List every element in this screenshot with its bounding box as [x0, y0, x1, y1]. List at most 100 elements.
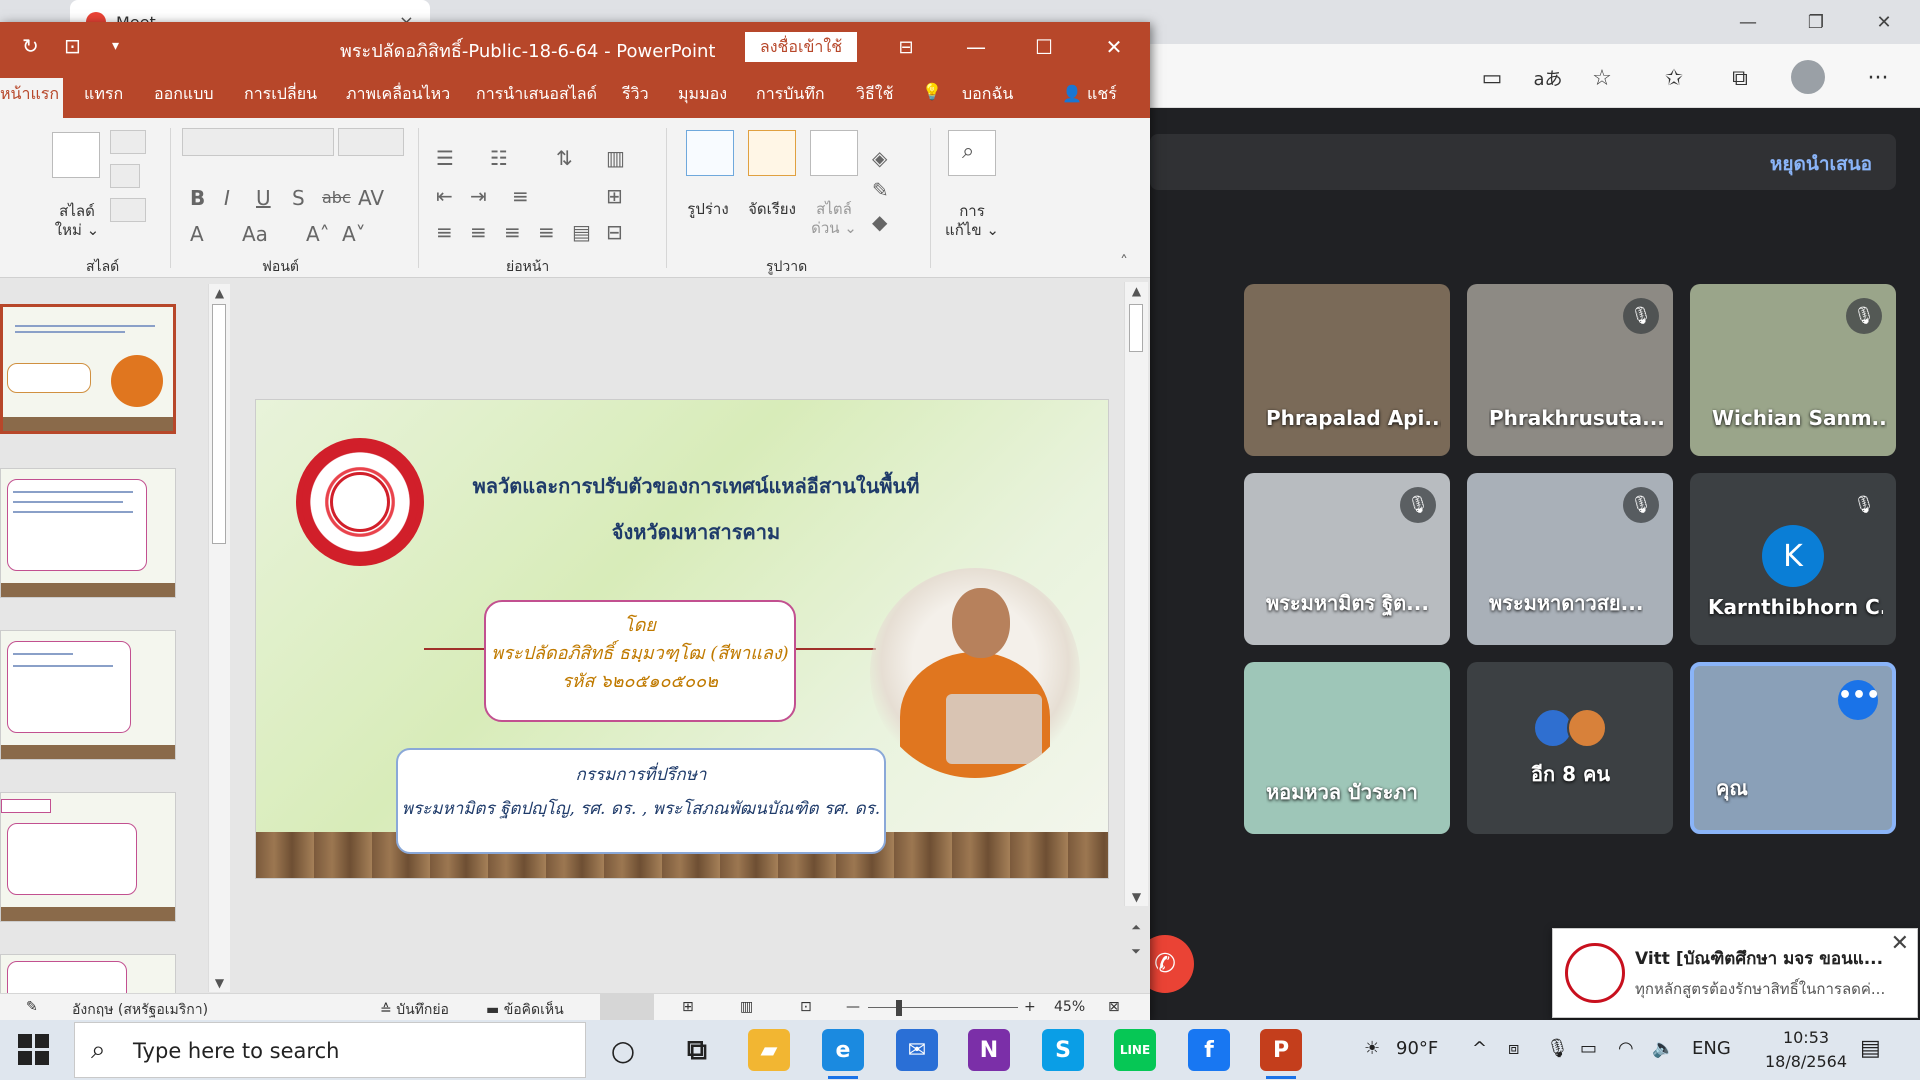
participant-tile[interactable]: Phrapalad Api... — [1244, 284, 1450, 456]
taskbar-onenote-icon[interactable]: N — [968, 1029, 1010, 1071]
tab-view[interactable]: มุมมอง — [678, 82, 727, 107]
shrink-font-icon[interactable]: A˅ — [342, 222, 366, 246]
redo-icon[interactable]: ↻ — [22, 34, 39, 58]
previous-slide-icon[interactable]: ⏶ — [1124, 920, 1148, 935]
reading-view-icon[interactable]: ▥ — [740, 999, 753, 1015]
new-slide-button[interactable]: สไลด์ ใหม่ ⌄ — [52, 202, 102, 240]
section-icon[interactable] — [110, 198, 146, 222]
scroll-thumb[interactable] — [212, 304, 226, 544]
taskbar-file-explorer-icon[interactable]: ▰ — [748, 1029, 790, 1071]
align-right-icon[interactable]: ≡ — [504, 220, 521, 244]
italic-icon[interactable]: I — [224, 186, 230, 210]
slide-thumbnail-2[interactable] — [0, 468, 176, 598]
font-name-box[interactable] — [182, 128, 334, 156]
tab-insert[interactable]: แทรก — [84, 82, 123, 107]
microphone-icon[interactable]: 🎙 — [1546, 1038, 1569, 1059]
strikethrough-icon[interactable]: abc — [322, 188, 351, 207]
taskbar-search-box[interactable]: ⌕ Type here to search — [74, 1022, 586, 1078]
tab-transitions[interactable]: การเปลี่ยน — [244, 82, 317, 107]
slide-thumbnail-3[interactable] — [0, 630, 176, 760]
participant-tile[interactable]: พระมหามิตร ฐิต... 🎙 — [1244, 473, 1450, 645]
increase-indent-icon[interactable]: ⇥ — [470, 184, 487, 208]
battery-icon[interactable]: ▭ — [1580, 1038, 1597, 1059]
slide-sorter-icon[interactable]: ⊞ — [682, 999, 694, 1015]
zoom-slider-handle[interactable] — [896, 1000, 902, 1016]
scroll-up-icon[interactable]: ▲ — [1125, 284, 1148, 298]
language-status[interactable]: อังกฤษ (สหรัฐอเมริกา) — [72, 999, 208, 1021]
volume-icon[interactable]: 🔈 — [1652, 1038, 1674, 1059]
scroll-up-icon[interactable]: ▲ — [209, 286, 230, 300]
comments-button[interactable]: ▬ ข้อคิดเห็น — [486, 999, 564, 1021]
thumbnails-scrollbar[interactable]: ▲ ▼ — [208, 284, 230, 992]
shape-outline-icon[interactable]: ✎ — [872, 178, 889, 202]
char-spacing-icon[interactable]: AV — [358, 186, 384, 210]
prev-next-slide[interactable]: ⏶ ⏷ — [1124, 918, 1148, 974]
taskbar-mail-icon[interactable]: ✉ — [896, 1029, 938, 1071]
collections-icon[interactable]: ⧉ — [1722, 60, 1758, 96]
weather-temp[interactable]: 90°F — [1396, 1038, 1438, 1059]
shapes-button[interactable]: รูปร่าง — [680, 200, 736, 219]
align-left-icon[interactable]: ≡ — [436, 220, 453, 244]
tab-animations[interactable]: ภาพเคลื่อนไหว — [346, 82, 450, 107]
shadow-icon[interactable]: S — [292, 186, 305, 210]
taskbar-line-icon[interactable]: LINE — [1114, 1029, 1156, 1071]
participant-tile[interactable]: K Karnthibhorn C... 🎙 — [1690, 473, 1896, 645]
arrange-button[interactable]: จัดเรียง — [742, 200, 802, 219]
tab-home[interactable]: หน้าแรก — [0, 78, 64, 119]
ribbon-display-options-icon[interactable]: ⊟ — [878, 22, 934, 72]
notes-button[interactable]: ≙ บันทึกย่อ — [380, 999, 449, 1021]
tab-design[interactable]: ออกแบบ — [154, 82, 214, 107]
camera-icon[interactable]: ▭ — [1474, 60, 1510, 96]
align-center-icon[interactable]: ≡ — [470, 220, 487, 244]
participant-tile[interactable]: พระมหาดาวสย... 🎙 — [1467, 473, 1673, 645]
profile-avatar[interactable] — [1791, 60, 1825, 94]
line-spacing-icon[interactable]: ≡ — [512, 184, 529, 208]
reset-icon[interactable] — [110, 164, 140, 188]
tab-recording[interactable]: การบันทึก — [756, 82, 825, 107]
add-favorite-icon[interactable]: ☆ — [1584, 60, 1620, 96]
start-windows-icon[interactable] — [18, 1034, 50, 1066]
tab-slideshow[interactable]: การนำเสนอสไลด์ — [476, 82, 597, 107]
spelling-icon[interactable]: ✎ — [26, 999, 38, 1015]
weather-icon[interactable]: ☀ — [1364, 1038, 1380, 1059]
ppt-maximize-button[interactable]: ☐ — [1016, 22, 1072, 72]
slide-thumbnail-5[interactable] — [0, 954, 176, 994]
slide-scrollbar[interactable]: ▲ ▼ — [1124, 282, 1148, 906]
participant-tile[interactable]: Wichian Sanm... 🎙 — [1690, 284, 1896, 456]
justify-icon[interactable]: ≡ — [538, 220, 555, 244]
shapes-icon[interactable] — [686, 130, 734, 176]
new-slide-icon[interactable] — [52, 132, 100, 178]
change-case-icon[interactable]: Aa — [242, 222, 268, 246]
slideshow-icon[interactable]: ⊡ — [800, 999, 812, 1015]
participant-tile[interactable]: หอมหวล บัวระภา — [1244, 662, 1450, 834]
wifi-icon[interactable]: ◠ — [1618, 1038, 1634, 1059]
input-language[interactable]: ENG — [1692, 1038, 1731, 1059]
more-options-icon[interactable]: ••• — [1838, 680, 1880, 720]
align-text-icon[interactable]: ⊞ — [606, 184, 623, 208]
zoom-out-button[interactable]: — — [846, 999, 860, 1015]
translate-icon[interactable]: aあ — [1530, 60, 1566, 96]
participant-tile[interactable]: คุณ ••• — [1690, 662, 1896, 834]
fit-to-window-icon[interactable]: ⊠ — [1108, 999, 1120, 1015]
quick-styles-button[interactable]: สไตล์ ด่วน ⌄ — [806, 200, 862, 238]
scroll-thumb[interactable] — [1129, 304, 1143, 352]
smartart-icon[interactable]: ⊟ — [606, 220, 623, 244]
underline-icon[interactable]: U — [256, 186, 271, 210]
font-color-icon[interactable]: A — [190, 222, 204, 246]
bold-icon[interactable]: B — [190, 186, 205, 210]
collapse-ribbon-icon[interactable]: ˄ — [1120, 252, 1128, 271]
shape-effects-icon[interactable]: ◆ — [872, 210, 887, 234]
zoom-level[interactable]: 45% — [1054, 999, 1085, 1015]
ppt-close-button[interactable]: ✕ — [1086, 22, 1142, 72]
font-size-box[interactable] — [338, 128, 404, 156]
find-magnifier-icon[interactable]: ⌕ — [948, 130, 996, 176]
slide-thumbnail-4[interactable] — [0, 792, 176, 922]
participant-tile[interactable]: อีก 8 คน — [1467, 662, 1673, 834]
editing-button[interactable]: การ แก้ไข ⌄ — [940, 202, 1004, 240]
taskbar-clock[interactable]: 10:53 18/8/2564 — [1756, 1026, 1856, 1074]
toast-close-icon[interactable]: ✕ — [1891, 931, 1909, 956]
slide-thumbnail-1[interactable] — [0, 304, 176, 434]
browser-minimize-button[interactable]: — — [1716, 0, 1780, 44]
taskbar-edge-icon[interactable]: e — [822, 1029, 864, 1079]
tab-tell-me[interactable]: บอกฉัน — [962, 82, 1013, 107]
